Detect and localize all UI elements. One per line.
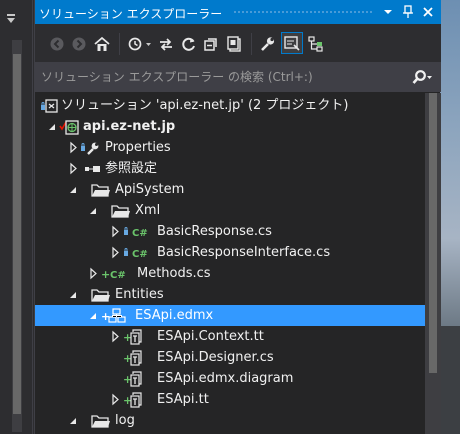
toolbar-separator [251,33,252,55]
tree-row-project[interactable]: api.ez-net.jp [35,116,425,137]
tree-row-label: ESApi.edmx.diagram [157,371,294,386]
svg-text:+: + [101,268,110,281]
tree-row-file[interactable]: + ESApi.Designer.cs [35,347,425,368]
svg-text:C#: C# [132,228,148,239]
tree-row-label: Entities [115,287,164,302]
collapsed-arrow-icon[interactable] [111,221,121,242]
collapsed-arrow-icon[interactable] [69,137,79,158]
collapsed-arrow-icon[interactable] [69,158,79,179]
tree-row-label: log [115,413,135,428]
expanded-arrow-icon[interactable] [89,200,99,221]
folder-open-icon [91,286,111,304]
csharp-file-icon: C# [123,244,155,262]
tree-row-file[interactable]: + ESApi.tt [35,389,425,410]
tree-row-file[interactable]: C# BasicResponseInterface.cs [35,242,425,263]
web-project-icon [59,118,81,136]
adjacent-scrollbar-thumb[interactable] [13,54,21,414]
tree-row-properties[interactable]: Properties [35,137,425,158]
folder-open-icon [91,412,111,430]
sync-icon[interactable] [157,36,175,52]
tree-row-references[interactable]: 参照設定 [35,158,425,179]
tt-file-icon: + [123,370,155,388]
tree-row-label: BasicResponseInterface.cs [157,245,331,260]
csharp-file-icon: C# [123,223,155,241]
expanded-arrow-icon[interactable] [69,179,79,200]
tree-row-solution[interactable]: ソリューション 'api.ez-net.jp' (2 プロジェクト) [35,95,425,116]
collapsed-arrow-icon[interactable] [111,326,121,347]
tree-row-folder-entities[interactable]: Entities [35,284,425,305]
tree-row-label: Xml [135,203,161,218]
tree-row-label: Properties [105,140,171,155]
tree-row-folder-log[interactable]: log [35,410,425,431]
tree-row-label: Methods.cs [137,266,211,281]
desktop-background-shadow [440,326,460,434]
tree-row-label: ソリューション 'api.ez-net.jp' (2 プロジェクト) [61,98,349,113]
tree-row-file[interactable]: + ESApi.edmx.diagram [35,368,425,389]
tt-file-icon: + [123,349,155,367]
tt-file-icon: + [123,328,155,346]
adjacent-scrollbar[interactable] [12,40,22,432]
tree-row-folder-apisystem[interactable]: ApiSystem [35,179,425,200]
svg-text:C#: C# [132,249,148,260]
collapsed-arrow-icon[interactable] [111,389,121,410]
wrench-icon[interactable] [259,36,277,52]
chevron-down-icon[interactable] [381,4,395,20]
collapse-all-icon[interactable] [203,36,221,52]
expanded-arrow-icon[interactable] [69,410,79,431]
expanded-arrow-icon[interactable] [89,305,99,326]
references-icon [83,160,103,178]
tree-row-folder-xml[interactable]: Xml [35,200,425,221]
folder-open-icon [111,202,131,220]
class-view-icon[interactable] [307,36,325,52]
show-all-files-icon[interactable] [226,36,244,52]
toolbar-separator [119,33,120,55]
folder-open-icon [91,181,111,199]
search-box[interactable] [35,62,441,92]
tree-row-label: ESApi.Context.tt [157,329,264,344]
tree-row-label: ESApi.edmx [135,308,214,323]
search-icon[interactable] [412,69,434,87]
toolbar [35,24,441,62]
edmx-file-icon: + [101,307,131,325]
svg-text:C#: C# [110,270,126,281]
forward-icon[interactable] [71,36,87,52]
tree-row-label: ESApi.tt [157,392,209,407]
tree-row-label: api.ez-net.jp [83,119,176,134]
preview-selected-icon[interactable] [281,32,303,54]
pin-icon[interactable] [401,4,415,20]
collapsed-arrow-icon[interactable] [111,242,121,263]
collapsed-arrow-icon[interactable] [89,263,99,284]
tree-scrollbar[interactable] [425,93,441,434]
tree-scrollbar-thumb[interactable] [429,93,437,373]
search-input[interactable] [41,67,401,87]
adjacent-window-edge [0,0,33,434]
menu-glyph-icon [6,9,16,23]
close-icon[interactable] [421,4,435,20]
history-icon[interactable] [127,36,153,52]
desktop-background [440,0,460,434]
tree-row-file[interactable]: + ESApi.Context.tt [35,326,425,347]
wrench-icon [81,139,103,157]
panel-title-bar[interactable]: ソリューション エクスプローラー [35,0,441,24]
title-grip[interactable] [233,10,373,14]
tree-row-file[interactable]: + C# Methods.cs [35,263,425,284]
solution-icon [41,98,59,116]
tree-row-edmx-selected[interactable]: + ESApi.edmx [35,305,425,326]
expanded-arrow-icon[interactable] [69,284,79,305]
refresh-icon[interactable] [180,36,198,52]
tree-row-label: ApiSystem [115,182,185,197]
csharp-file-icon: + C# [101,265,133,283]
solution-explorer-panel: ソリューション エクスプローラー ソリューション エクスプローラー の検索 (C… [34,0,441,434]
back-icon[interactable] [49,36,65,52]
panel-title: ソリューション エクスプローラー [39,7,223,21]
solution-tree[interactable]: ソリューション 'api.ez-net.jp' (2 プロジェクト) api.e… [35,93,425,434]
tree-row-label: BasicResponse.cs [157,224,272,239]
expanded-arrow-icon[interactable] [48,116,58,137]
tree-row-label: 参照設定 [105,161,158,176]
tree-row-label: ESApi.Designer.cs [157,350,274,365]
home-icon[interactable] [93,36,111,52]
tt-file-icon: + [123,391,155,409]
tree-row-file[interactable]: C# BasicResponse.cs [35,221,425,242]
